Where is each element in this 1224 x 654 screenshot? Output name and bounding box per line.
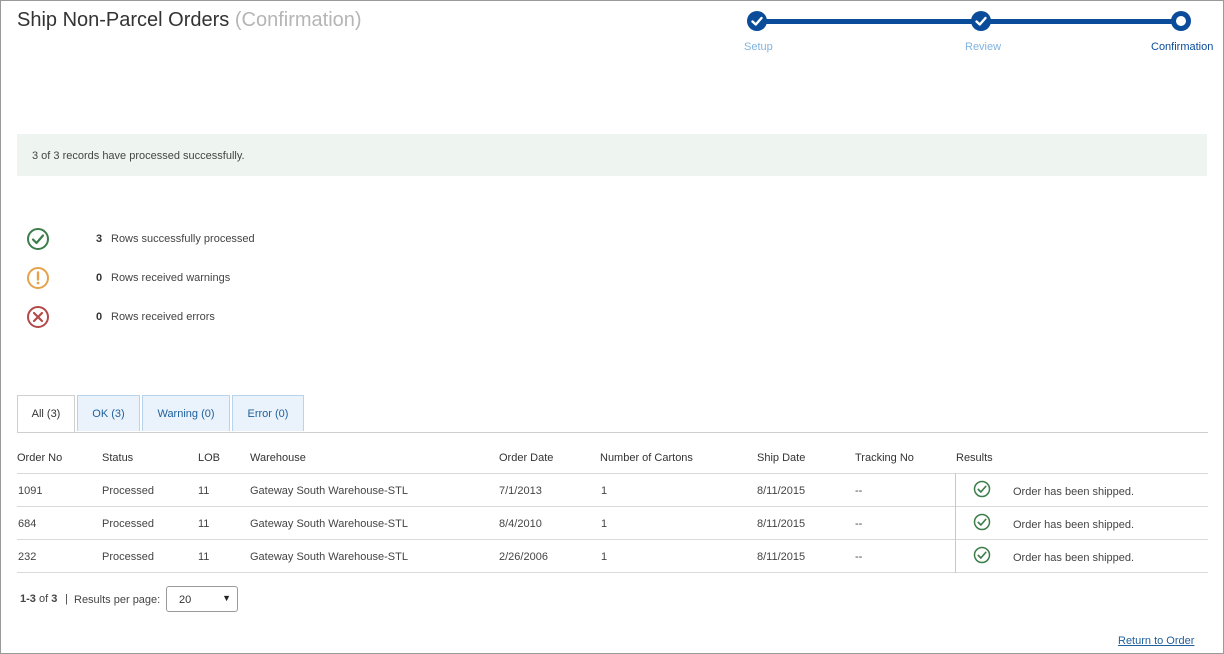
cell-status: Processed [102, 518, 154, 530]
stepper-track [757, 19, 1181, 24]
cell-warehouse: Gateway South Warehouse-STL [250, 551, 408, 563]
col-tracking-no[interactable]: Tracking No [855, 452, 914, 464]
col-status[interactable]: Status [102, 452, 133, 464]
check-circle-icon [27, 228, 49, 250]
table-row: 232 Processed 11 Gateway South Warehouse… [17, 540, 1208, 573]
page-range: 1-3 of 3 [20, 593, 57, 605]
table-header: Order No Status LOB Warehouse Order Date… [17, 445, 1208, 474]
tab-warning[interactable]: Warning (0) [142, 395, 230, 431]
results-tabs: All (3) OK (3) Warning (0) Error (0) [17, 395, 1208, 433]
page-frame: Ship Non-Parcel Orders (Confirmation) Se… [0, 0, 1224, 654]
success-count: 3 [96, 233, 103, 245]
success-text: Rows successfully processed [111, 233, 255, 245]
cell-result: Order has been shipped. [1013, 519, 1135, 531]
cell-lob: 11 [198, 551, 210, 563]
cell-tracking: -- [855, 518, 863, 530]
step-label-setup: Setup [744, 41, 773, 53]
col-number-of-cartons[interactable]: Number of Cartons [600, 452, 693, 464]
cell-lob: 11 [198, 518, 210, 530]
col-lob[interactable]: LOB [198, 452, 220, 464]
result-check-icon [973, 480, 991, 498]
error-text: Rows received errors [111, 311, 215, 323]
warning-count: 0 [96, 272, 103, 284]
page-title: Ship Non-Parcel Orders (Confirmation) [17, 9, 362, 32]
col-results[interactable]: Results [956, 452, 993, 464]
table-row: 684 Processed 11 Gateway South Warehouse… [17, 507, 1208, 540]
step-review-check-icon [971, 11, 991, 31]
page-of-label: of [38, 593, 49, 605]
cell-order-date: 2/26/2006 [499, 551, 548, 563]
cell-order-no: 1091 [18, 485, 43, 497]
progress-stepper: Setup Review Confirmation [741, 9, 1219, 59]
step-confirmation-current-icon [1171, 11, 1191, 31]
cell-ship-date: 8/11/2015 [757, 551, 806, 563]
warning-text: Rows received warnings [111, 272, 231, 284]
cell-ship-date: 8/11/2015 [757, 485, 806, 497]
result-check-icon [973, 546, 991, 564]
page-total: 3 [51, 593, 58, 605]
table-row: 1091 Processed 11 Gateway South Warehous… [17, 474, 1208, 507]
error-count: 0 [96, 311, 103, 323]
cell-cartons: 1 [601, 485, 608, 497]
cell-result: Order has been shipped. [1013, 552, 1135, 564]
step-setup-check-icon [747, 11, 767, 31]
cell-ship-date: 8/11/2015 [757, 518, 806, 530]
step-label-confirmation: Confirmation [1151, 41, 1214, 53]
return-to-order-link[interactable]: Return to Order [1118, 635, 1194, 647]
pager-separator: | [65, 593, 68, 605]
page-range-value: 1-3 [20, 593, 36, 605]
results-per-page-value: 20 [179, 594, 192, 606]
cell-warehouse: Gateway South Warehouse-STL [250, 518, 408, 530]
tab-all[interactable]: All (3) [17, 395, 75, 432]
tab-error[interactable]: Error (0) [232, 395, 304, 431]
results-per-page-label: Results per page: [74, 594, 161, 606]
cell-order-date: 8/4/2010 [499, 518, 542, 530]
cell-status: Processed [102, 485, 154, 497]
alert-message: 3 of 3 records have processed successful… [32, 150, 245, 162]
cell-status: Processed [102, 551, 154, 563]
cell-result: Order has been shipped. [1013, 486, 1135, 498]
col-warehouse[interactable]: Warehouse [250, 452, 306, 464]
result-check-icon [973, 513, 991, 531]
cell-lob: 11 [198, 485, 210, 497]
tab-ok[interactable]: OK (3) [77, 395, 140, 431]
results-per-page-select[interactable]: 20 ▼ [166, 586, 238, 612]
page-title-main: Ship Non-Parcel Orders [17, 9, 230, 31]
cell-tracking: -- [855, 485, 863, 497]
success-alert: 3 of 3 records have processed successful… [17, 134, 1207, 176]
results-column-divider [955, 473, 956, 573]
cell-order-no: 684 [18, 518, 37, 530]
error-circle-icon [27, 306, 49, 328]
col-ship-date[interactable]: Ship Date [757, 452, 805, 464]
page-title-subtitle: (Confirmation) [234, 9, 362, 31]
col-order-date[interactable]: Order Date [499, 452, 553, 464]
warning-circle-icon [27, 267, 49, 289]
cell-cartons: 1 [601, 551, 608, 563]
chevron-down-icon: ▼ [222, 593, 231, 603]
cell-order-date: 7/1/2013 [499, 485, 542, 497]
cell-order-no: 232 [18, 551, 37, 563]
cell-warehouse: Gateway South Warehouse-STL [250, 485, 408, 497]
step-label-review: Review [965, 41, 1002, 53]
cell-tracking: -- [855, 551, 863, 563]
col-order-no[interactable]: Order No [17, 452, 62, 464]
cell-cartons: 1 [601, 518, 608, 530]
